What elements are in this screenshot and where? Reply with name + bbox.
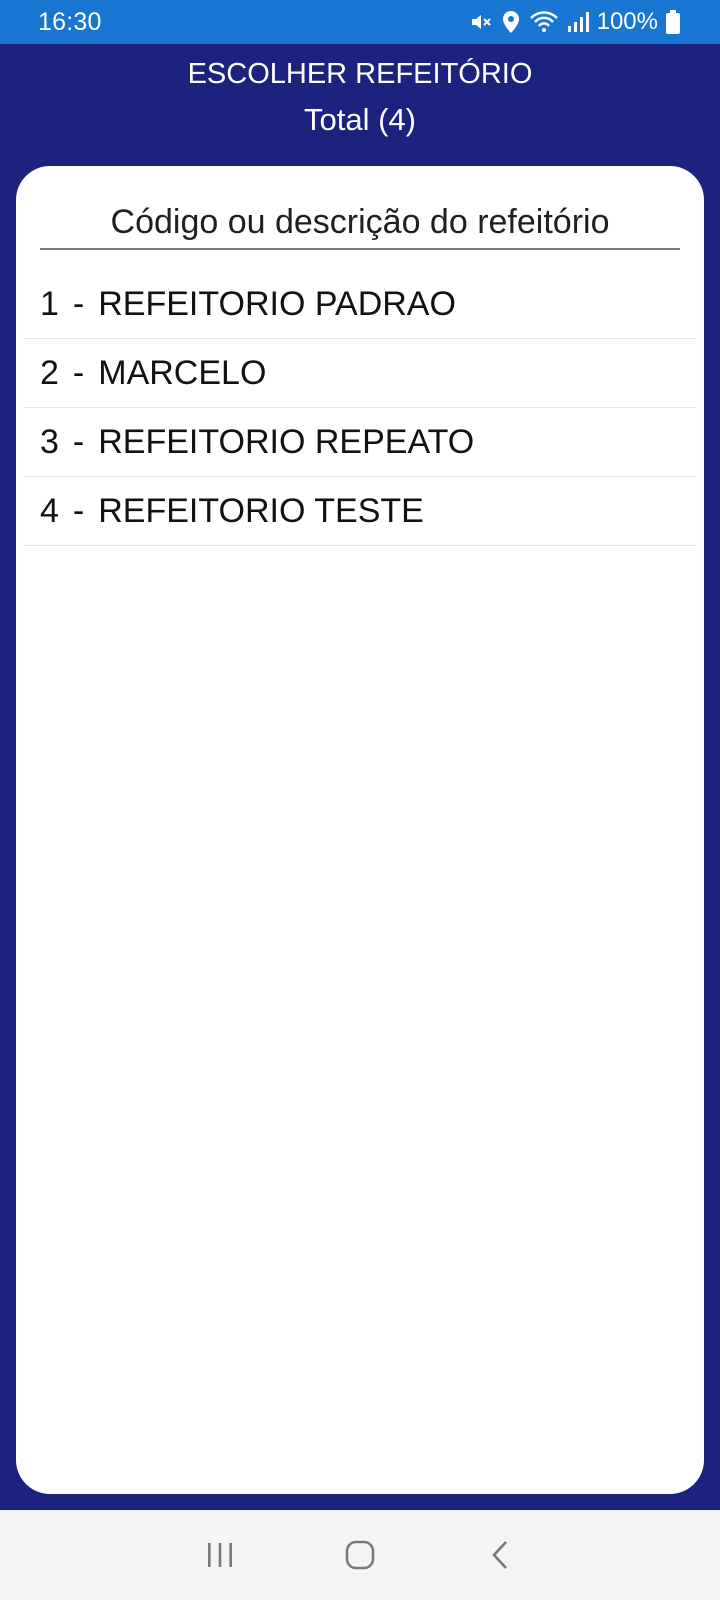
system-nav-bar [0,1510,720,1600]
item-description: REFEITORIO PADRAO [98,284,456,323]
location-icon [501,10,521,34]
home-button[interactable] [330,1525,390,1585]
refeitorio-list: 1 - REFEITORIO PADRAO 2 - MARCELO 3 - RE… [24,270,696,546]
search-field-wrapper [40,198,680,250]
item-description: MARCELO [98,353,267,392]
list-item[interactable]: 1 - REFEITORIO PADRAO [24,270,696,339]
list-item[interactable]: 2 - MARCELO [24,339,696,408]
item-separator: - [72,353,85,392]
item-code: 1 [40,284,59,323]
battery-icon [666,10,680,34]
mute-icon [469,10,493,34]
list-item[interactable]: 4 - REFEITORIO TESTE [24,477,696,546]
home-icon [345,1540,375,1570]
recents-button[interactable] [190,1525,250,1585]
recents-icon [208,1543,232,1567]
page-title: ESCOLHER REFEITÓRIO [187,58,533,90]
item-separator: - [72,422,85,461]
item-separator: - [72,491,85,530]
status-time: 16:30 [38,7,102,36]
item-description: REFEITORIO REPEATO [98,422,475,461]
item-description: REFEITORIO TESTE [98,491,424,530]
item-code: 2 [40,353,59,392]
item-code: 3 [40,422,59,461]
status-icons: 100% [469,8,680,36]
item-separator: - [72,284,85,323]
item-code: 4 [40,491,59,530]
header: ESCOLHER REFEITÓRIO Total (4) [0,44,720,166]
wifi-icon [529,10,559,34]
refeitorio-card: 1 - REFEITORIO PADRAO 2 - MARCELO 3 - RE… [16,166,704,1494]
total-count: Total (4) [304,102,416,137]
back-icon [492,1541,507,1569]
search-input[interactable] [40,198,680,246]
signal-icon [567,11,589,33]
back-button[interactable] [470,1525,530,1585]
list-item[interactable]: 3 - REFEITORIO REPEATO [24,408,696,477]
battery-percent: 100% [596,8,658,35]
status-bar: 16:30 100% [0,0,720,44]
